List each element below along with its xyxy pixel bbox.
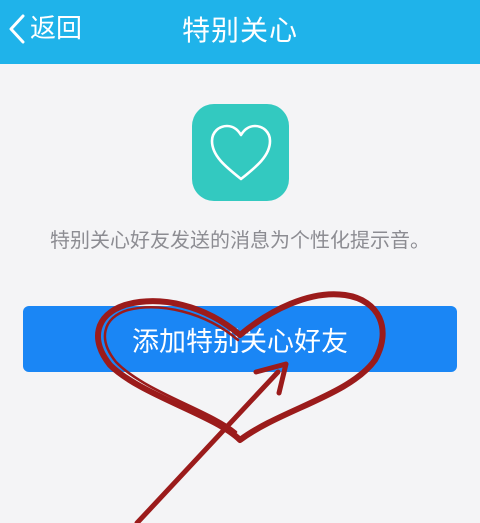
add-special-friend-label: 添加特别关心好友 — [132, 326, 348, 358]
add-special-friend-button[interactable]: 添加特别关心好友 — [23, 306, 457, 372]
nav-bar: 返回 特别关心 — [0, 0, 480, 64]
description-text: 特别关心好友发送的消息为个性化提示音。 — [50, 228, 430, 252]
hand-drawn-heart-annotation — [95, 291, 386, 523]
heart-icon — [192, 104, 289, 201]
page-title: 特别关心 — [181, 14, 298, 47]
